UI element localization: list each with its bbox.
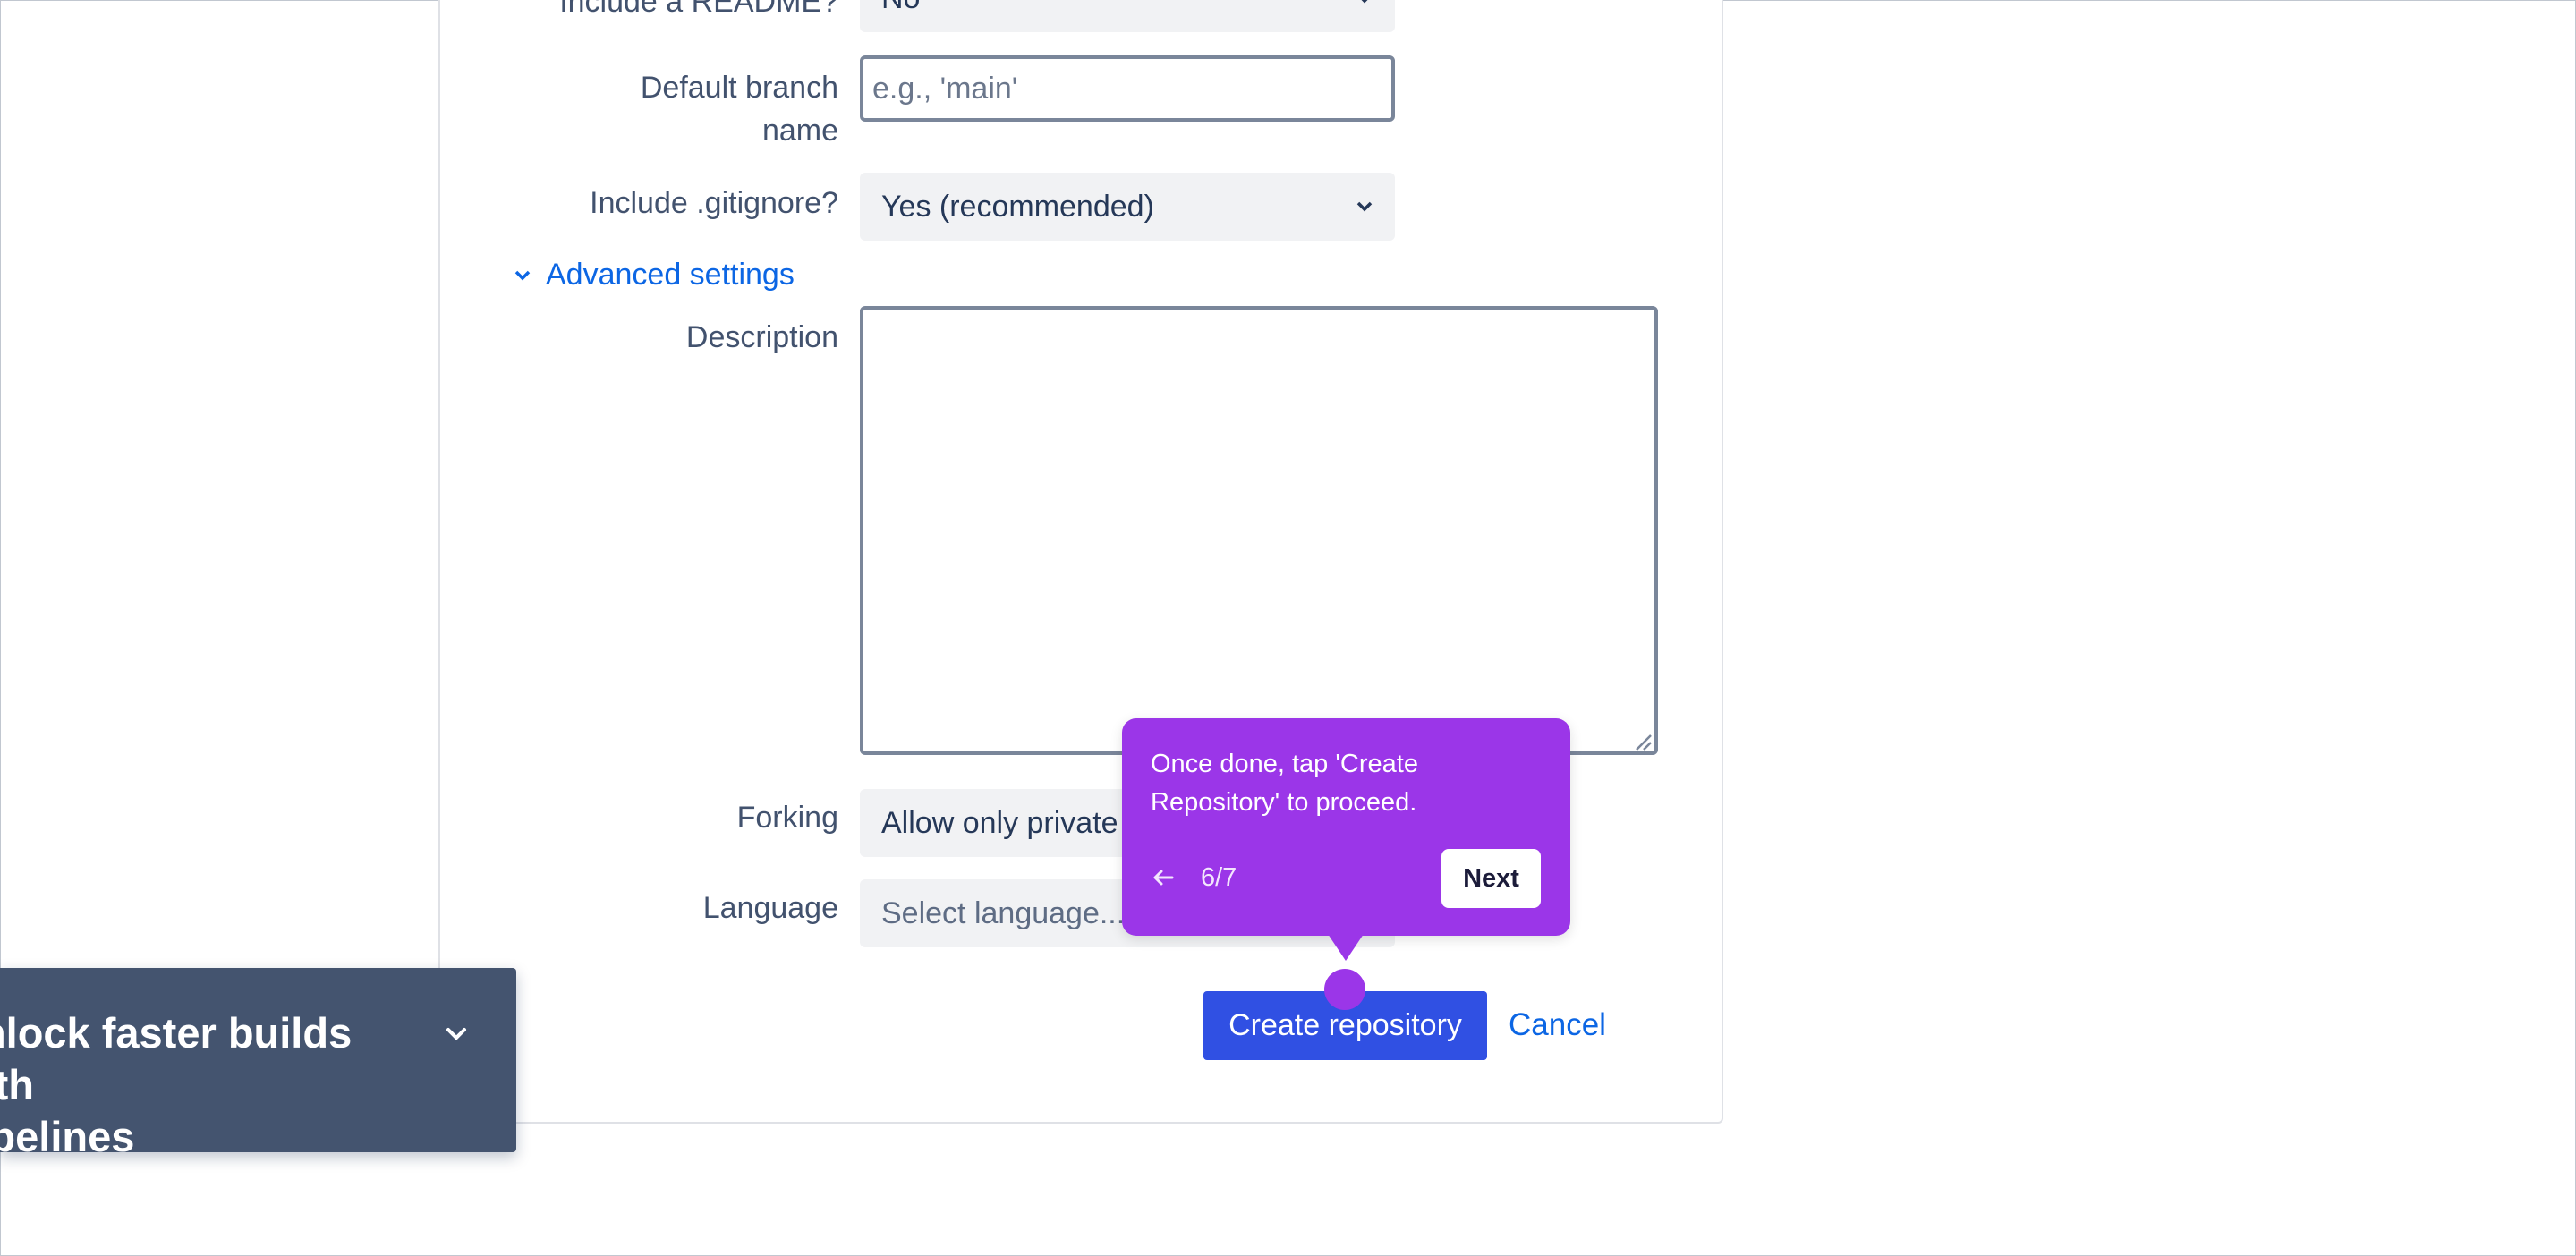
gitignore-select[interactable]: Yes (recommended): [860, 173, 1395, 241]
description-textarea[interactable]: [860, 306, 1658, 755]
tour-step-counter: 6/7: [1201, 863, 1237, 892]
pipelines-promo-banner[interactable]: Unlock faster builds with Pipelines: [0, 968, 516, 1152]
gitignore-label: Include .gitignore?: [590, 186, 838, 220]
tour-beacon[interactable]: [1324, 969, 1365, 1010]
default-branch-label-line2: name: [761, 114, 838, 148]
language-label: Language: [702, 891, 838, 925]
description-label: Description: [685, 320, 838, 354]
tour-tooltip: Once done, tap 'Create Repository' to pr…: [1122, 718, 1570, 936]
resize-handle-icon[interactable]: [1631, 730, 1653, 751]
readme-label: Include a README?: [559, 0, 838, 19]
readme-select-value: No: [881, 0, 920, 32]
cancel-link[interactable]: Cancel: [1509, 1004, 1606, 1047]
promo-text-line2: Pipelines: [0, 1113, 135, 1152]
default-branch-label: Default branch name: [641, 66, 838, 152]
language-select-value: Select language...: [881, 896, 1126, 930]
promo-text-line1: Unlock faster builds with: [0, 1009, 353, 1108]
tour-next-button[interactable]: Next: [1441, 849, 1541, 908]
chevron-down-icon[interactable]: [438, 1016, 474, 1052]
forking-select-value: Allow only private: [881, 806, 1118, 840]
arrow-left-icon[interactable]: [1149, 863, 1177, 892]
default-branch-input[interactable]: [860, 55, 1395, 122]
tour-tooltip-pointer: [1328, 934, 1364, 961]
forking-label: Forking: [736, 801, 838, 835]
advanced-settings-label: Advanced settings: [546, 257, 795, 292]
chevron-down-icon: [1361, 0, 1368, 4]
advanced-settings-toggle[interactable]: Advanced settings: [512, 253, 795, 296]
chevron-down-icon: [1356, 201, 1373, 212]
readme-select[interactable]: No: [860, 0, 1395, 32]
chevron-down-icon: [514, 270, 531, 281]
promo-text: Unlock faster builds with Pipelines: [0, 1007, 415, 1152]
gitignore-select-value: Yes (recommended): [881, 190, 1154, 224]
default-branch-label-line1: Default branch: [640, 71, 838, 105]
tour-tooltip-text: Once done, tap 'Create Repository' to pr…: [1151, 750, 1418, 817]
